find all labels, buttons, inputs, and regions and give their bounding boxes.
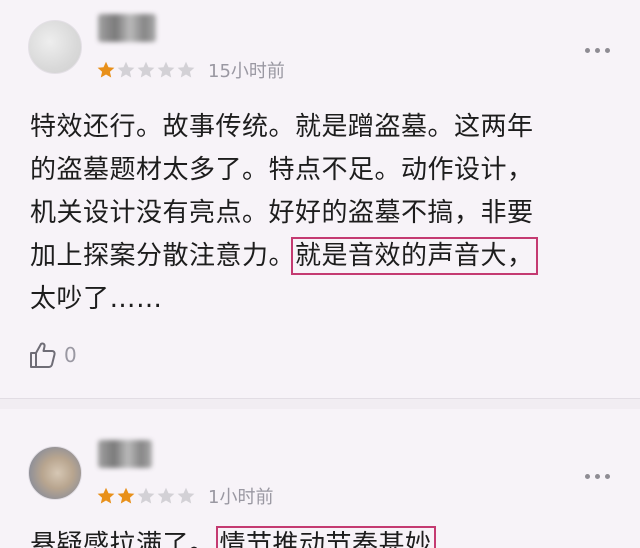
timestamp: 1小时前: [208, 487, 274, 508]
comment-text: 悬疑感拉满了。 情节推动节奏甚妙: [30, 524, 620, 548]
star-filled-icon: [96, 60, 116, 80]
star-filled-icon: [96, 486, 116, 506]
comment-line: 机关设计没有亮点。好好的盗墓不搞，非要: [30, 198, 534, 228]
highlighted-phrase: 情节推动节奏甚妙: [215, 526, 436, 548]
rating-row: 1小时前: [96, 484, 273, 508]
timestamp: 15小时前: [208, 61, 285, 82]
username[interactable]: 用户: [98, 14, 156, 42]
star-empty-icon: [156, 60, 176, 80]
thumbs-up-icon[interactable]: [28, 340, 58, 370]
comment-line: 悬疑感拉满了。: [30, 530, 216, 548]
star-rating: [96, 486, 196, 506]
star-empty-icon: [136, 486, 156, 506]
comment-text: 特效还行。故事传统。就是蹭盗墓。这两年 的盗墓题材太多了。特点不足。动作设计， …: [30, 106, 620, 321]
comment-line: 太吵了……: [30, 284, 163, 314]
comment-line: 特效还行。故事传统。就是蹭盗墓。这两年: [30, 112, 534, 142]
star-empty-icon: [156, 486, 176, 506]
highlighted-phrase: 就是音效的声音大，: [291, 237, 538, 275]
review-card: 用户 15小时前 特效还行。故事传统。就是蹭盗墓。这两年 的盗墓题材太多了。特点…: [0, 0, 640, 398]
more-dots-icon[interactable]: [585, 44, 610, 56]
avatar[interactable]: [28, 446, 82, 500]
like-count: 0: [64, 343, 77, 367]
username[interactable]: 用户: [98, 440, 152, 468]
star-rating: [96, 60, 196, 80]
more-dots-icon[interactable]: [585, 470, 610, 482]
star-empty-icon: [116, 60, 136, 80]
star-empty-icon: [136, 60, 156, 80]
comment-line: 加上探案分散注意力。: [30, 241, 296, 271]
avatar[interactable]: [28, 20, 82, 74]
star-empty-icon: [176, 60, 196, 80]
star-filled-icon: [116, 486, 136, 506]
comment-line: 的盗墓题材太多了。特点不足。动作设计，: [30, 155, 534, 185]
star-empty-icon: [176, 486, 196, 506]
rating-row: 15小时前: [96, 58, 285, 82]
like-row: 0: [28, 340, 77, 370]
review-card: 用户 1小时前 悬疑感拉满了。情节推动节奏甚妙: [0, 408, 640, 548]
